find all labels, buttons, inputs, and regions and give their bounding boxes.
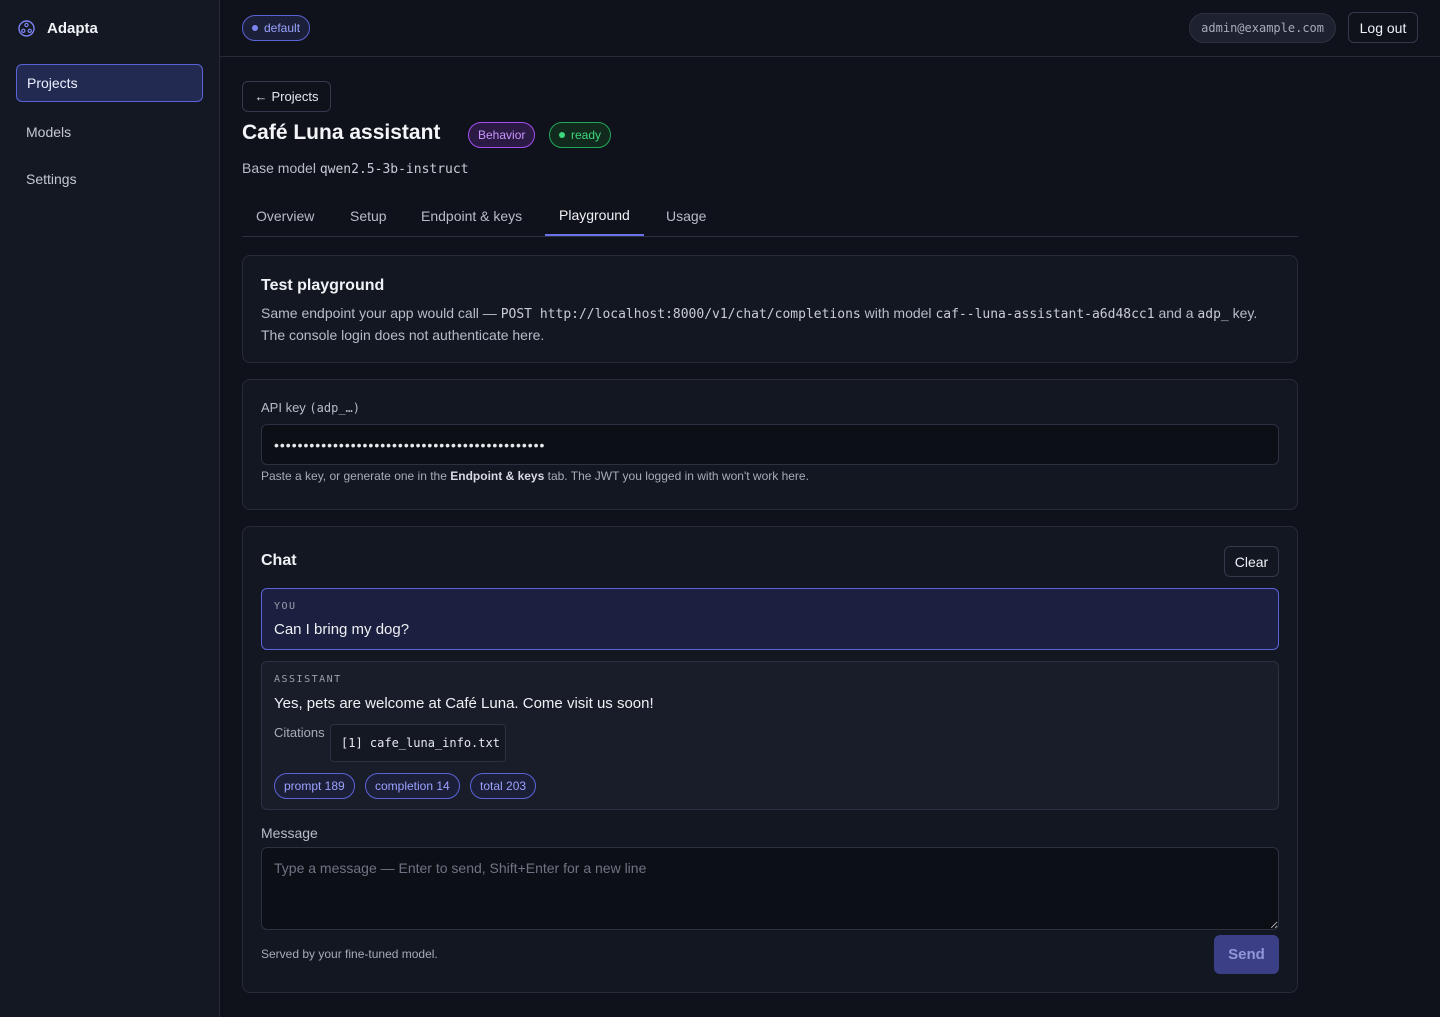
message-text: Can I bring my dog?	[274, 621, 410, 638]
hint-text: Paste a key, or generate one in the	[261, 469, 447, 483]
usage-completion-badge: completion 14	[365, 773, 460, 799]
tab-endpoint-keys[interactable]: Endpoint & keys	[407, 196, 536, 236]
citations-label: Citations	[274, 725, 325, 740]
playground-info-card: Test playground Same endpoint your app w…	[242, 255, 1298, 363]
base-model-info: Base model qwen2.5-3b-instruct	[242, 160, 469, 177]
status-dot-icon	[252, 25, 258, 31]
usage-prompt-badge: prompt 189	[274, 773, 355, 799]
assistant-message: ASSISTANT Yes, pets are welcome at Café …	[261, 661, 1279, 810]
project-tabs: Overview Setup Endpoint & keys Playgroun…	[242, 196, 1298, 237]
sidebar-item-settings[interactable]: Settings	[16, 160, 203, 198]
usage-total-badge: total 203	[470, 773, 537, 799]
tab-setup[interactable]: Setup	[336, 196, 401, 236]
sidebar: Adapta Projects Models Settings	[0, 0, 220, 1017]
status-badge: ready	[549, 122, 612, 148]
tab-usage[interactable]: Usage	[652, 196, 720, 236]
back-to-projects-button[interactable]: ← Projects	[242, 81, 331, 112]
api-key-card: API key (adp_…) ••••••••••••••••••••••••…	[242, 379, 1298, 510]
project-type-badge: Behavior	[468, 122, 536, 148]
logout-button[interactable]: Log out	[1348, 12, 1418, 43]
message-role: ASSISTANT	[274, 674, 342, 685]
playground-title: Test playground	[261, 277, 385, 294]
playground-description: Same endpoint your app would call — POST…	[261, 303, 1271, 346]
clear-chat-button[interactable]: Clear	[1224, 546, 1279, 577]
app-name: Adapta	[47, 20, 98, 37]
sidebar-item-projects[interactable]: Projects	[16, 64, 203, 102]
message-input[interactable]	[261, 847, 1279, 930]
message-text: Yes, pets are welcome at Café Luna. Come…	[274, 695, 654, 712]
api-key-label-text: API key	[261, 400, 306, 415]
api-key-label: API key (adp_…)	[261, 400, 360, 415]
status-label: ready	[571, 128, 602, 142]
message-role: YOU	[274, 601, 297, 612]
api-key-hint: Paste a key, or generate one in the Endp…	[261, 469, 809, 483]
message-label: Message	[261, 825, 318, 841]
tab-overview[interactable]: Overview	[242, 196, 328, 236]
api-key-input[interactable]: ••••••••••••••••••••••••••••••••••••••••…	[261, 424, 1279, 465]
chat-title: Chat	[261, 552, 297, 569]
tab-playground[interactable]: Playground	[545, 196, 644, 236]
desc-text: Same endpoint your app would call —	[261, 305, 497, 321]
chat-card: Chat Clear YOU Can I bring my dog? ASSIS…	[242, 526, 1298, 993]
model-id: caf--luna-assistant-a6d48cc1	[935, 307, 1155, 322]
arrow-left-icon: ←	[254, 89, 268, 104]
page-title: Café Luna assistant	[242, 121, 441, 144]
base-model-value: qwen2.5-3b-instruct	[319, 162, 469, 177]
hint-tab-name: Endpoint & keys	[450, 469, 545, 483]
key-prefix: adp_	[1197, 307, 1229, 322]
status-dot-icon	[559, 132, 565, 138]
brand[interactable]: Adapta	[18, 20, 98, 37]
citation-chip[interactable]: [1] cafe_luna_info.txt	[330, 724, 506, 762]
user-email: admin@example.com	[1189, 13, 1336, 43]
footer-note: Served by your fine-tuned model.	[261, 947, 438, 961]
base-model-label: Base model	[242, 160, 316, 176]
namespace-badge[interactable]: default	[242, 15, 311, 41]
api-key-label-hint: (adp_…)	[309, 401, 360, 415]
back-label: Projects	[271, 89, 319, 104]
user-message: YOU Can I bring my dog?	[261, 588, 1279, 650]
namespace-label: default	[264, 21, 301, 35]
sidebar-item-models[interactable]: Models	[16, 113, 203, 151]
hint-text: tab. The JWT you logged in with won't wo…	[547, 469, 809, 483]
send-button[interactable]: Send	[1214, 935, 1279, 974]
logo-icon	[18, 20, 35, 37]
top-bar: default admin@example.com Log out	[220, 0, 1440, 57]
desc-text: and a	[1158, 305, 1194, 321]
endpoint-url: POST http://localhost:8000/v1/chat/compl…	[500, 307, 861, 322]
desc-text: with model	[864, 305, 932, 321]
